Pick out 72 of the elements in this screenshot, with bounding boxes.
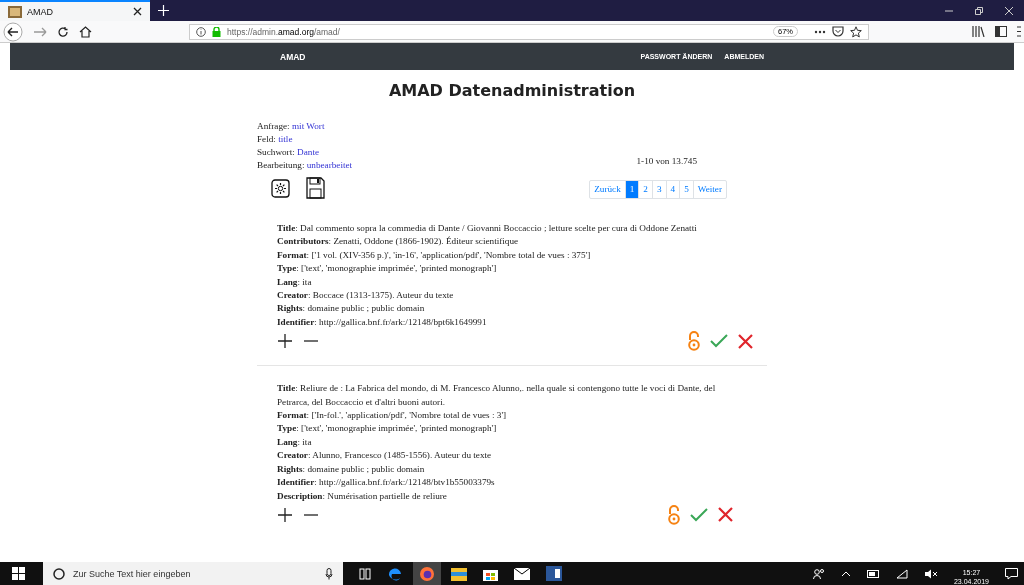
back-icon[interactable] xyxy=(3,21,23,42)
menu-icon[interactable] xyxy=(1017,26,1021,37)
check-icon[interactable] xyxy=(710,334,728,349)
query-label: Feld: xyxy=(257,134,276,144)
record-field: Type: ['text', 'monographie imprimée', 'printed monograph'] xyxy=(277,262,767,276)
page-title: AMAD Datenadministration xyxy=(387,81,637,100)
page-link[interactable]: 1 xyxy=(624,181,639,198)
new-tab-icon[interactable] xyxy=(158,5,169,16)
page-link[interactable]: 4 xyxy=(665,181,680,198)
query-value[interactable]: mit Wort xyxy=(291,121,325,131)
record-field: Creator: Boccace (1313-1375). Auteur du texte xyxy=(277,289,767,303)
microphone-icon xyxy=(325,567,333,580)
cortana-icon xyxy=(53,567,65,580)
restore-icon[interactable] xyxy=(974,5,984,16)
page-link[interactable]: Weiter xyxy=(692,181,726,198)
speaker-icon[interactable] xyxy=(923,568,938,579)
info-icon xyxy=(196,26,206,37)
record-field: Lang: ita xyxy=(277,275,767,290)
query-value[interactable]: title xyxy=(278,134,293,144)
page-link[interactable]: 3 xyxy=(651,181,666,198)
record-field: Identifier: http://gallica.bnf.fr/ark:/12148/bpt6k1649991 xyxy=(277,315,767,330)
record-field: Creator: Alunno, Francesco (1485-1556). Auteur du texte xyxy=(277,449,747,463)
chevron-up-icon[interactable] xyxy=(840,570,851,577)
settings-icon[interactable] xyxy=(271,178,290,198)
query-value[interactable]: unbearbeitet xyxy=(306,160,353,170)
mail-icon[interactable] xyxy=(514,567,530,580)
record-field: Type: ['text', 'monographie imprimée', 'printed monograph'] xyxy=(277,422,747,436)
pocket-icon[interactable] xyxy=(832,26,844,37)
record-field: Contributors: Zenatti, Oddone (1866-1902). Éditeur scientifique xyxy=(277,235,767,249)
forward-icon[interactable] xyxy=(33,25,47,38)
record-field: Lang: ita xyxy=(277,435,747,450)
page-link[interactable]: 2 xyxy=(638,181,652,198)
save-icon[interactable] xyxy=(306,177,325,199)
home-icon[interactable] xyxy=(79,25,92,38)
plus-icon[interactable] xyxy=(277,333,293,350)
word-icon[interactable] xyxy=(546,566,562,581)
windows-start-icon[interactable] xyxy=(12,567,25,580)
firefox-icon[interactable] xyxy=(419,565,435,582)
task-view-icon[interactable] xyxy=(359,567,371,580)
brand-logo[interactable]: AMAD xyxy=(280,51,306,62)
reload-icon[interactable] xyxy=(57,25,69,38)
query-value[interactable]: Dante xyxy=(297,147,319,157)
notification-icon[interactable] xyxy=(1005,567,1018,580)
record-field: Title: Dal commento sopra la commedia di Dante / Giovanni Boccaccio ; letture scelte per cura di Oddone Zenatti xyxy=(277,222,767,236)
library-icon[interactable] xyxy=(972,26,985,37)
result-count: 1-10 von 13.745 xyxy=(636,156,697,166)
record-field: Identifier: http://gallica.bnf.fr/ark:/12148/btv1b55003379s xyxy=(277,476,747,490)
page-link[interactable]: 5 xyxy=(679,181,693,198)
open-lock-icon[interactable] xyxy=(688,331,700,352)
browser-tab[interactable]: AMAD xyxy=(0,0,150,21)
record-field: Format: ['In-fol.', 'application/pdf', 'Nombre total de vues : 3'] xyxy=(277,409,747,423)
star-icon[interactable] xyxy=(850,25,862,38)
people-icon[interactable] xyxy=(812,567,825,580)
query-label: Anfrage: xyxy=(257,121,290,131)
record-field: Format: ['1 vol. (XIV-356 p.)', 'in-16', 'application/pdf', 'Nombre total de vues : 375'] xyxy=(277,248,767,263)
open-lock-icon[interactable] xyxy=(668,504,680,525)
record-field: Rights: domaine public ; public domain xyxy=(277,462,747,477)
lock-icon xyxy=(212,26,221,37)
record-field: Rights: domaine public ; public domain xyxy=(277,302,767,316)
close-icon[interactable] xyxy=(133,7,142,16)
favicon-icon xyxy=(8,5,22,18)
check-icon[interactable] xyxy=(690,507,708,522)
page-link[interactable]: Zurück xyxy=(590,181,625,198)
query-label: Bearbeitung: xyxy=(257,160,305,170)
record-field: Description: Numérisation partielle de reliure xyxy=(277,489,747,503)
query-label: Suchwort: xyxy=(257,147,295,157)
record-field: Title: Reliure de : La Fabrica del mondo, di M. Francesco Alunno,. nella quale si contengono tutte le voci di Dante, del Petrarca, del Boccaccio et d'altri buoni autori. xyxy=(277,382,747,410)
plus-icon[interactable] xyxy=(277,506,293,523)
sidebar-icon[interactable] xyxy=(995,26,1007,37)
battery-icon[interactable] xyxy=(866,569,880,578)
more-icon[interactable] xyxy=(814,29,826,34)
taskbar-search-field[interactable]: Zur Suche Text hier eingeben xyxy=(43,562,343,585)
